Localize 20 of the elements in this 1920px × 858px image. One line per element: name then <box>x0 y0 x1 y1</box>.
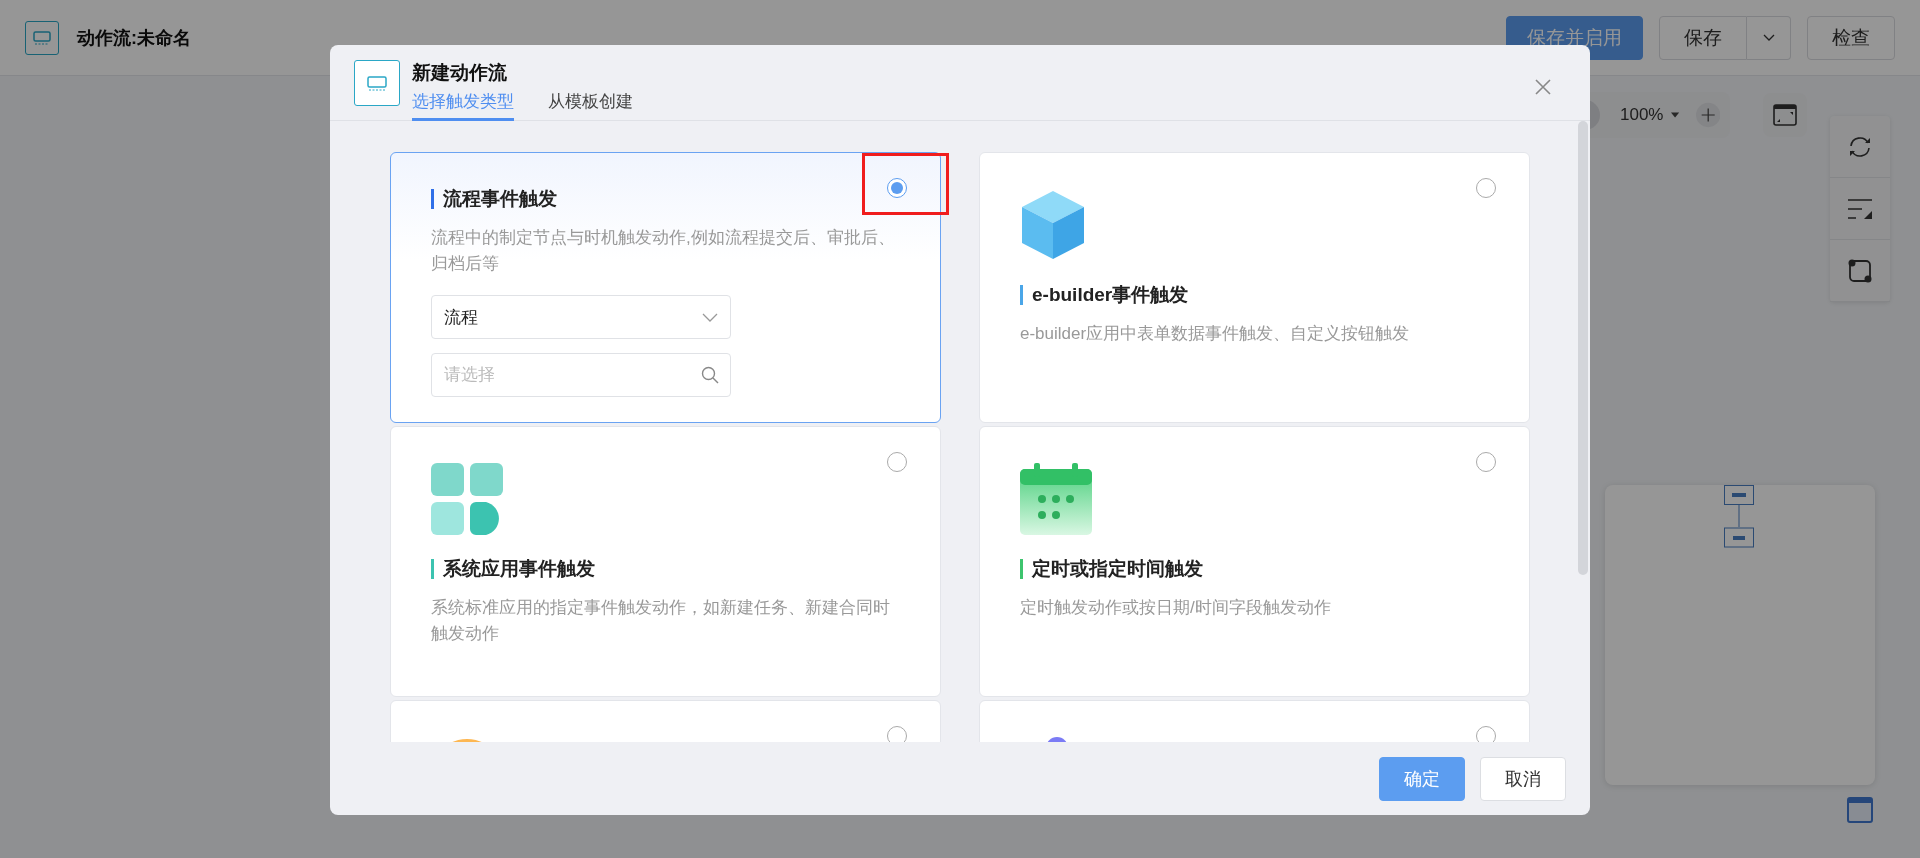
type-select[interactable]: 流程 <box>431 295 731 339</box>
card-description: e-builder应用中表单数据事件触发、自定义按钮触发 <box>1020 323 1411 345</box>
trigger-card[interactable]: 系统应用事件触发 系统标准应用的指定事件触发动作，如新建任务、新建合同时触发动作 <box>390 426 941 697</box>
dialog-button[interactable]: 取消 <box>1480 756 1566 801</box>
save-button[interactable]: 保存 <box>1659 15 1747 60</box>
search-field[interactable]: 请选择 <box>431 353 731 397</box>
tab[interactable]: 从模板创建 <box>548 88 633 121</box>
trigger-card[interactable]: 流程事件触发 流程中的制定节点与时机触发动作,例如流程提交后、审批后、归档后等 流程 请选择 <box>390 152 941 423</box>
card-description: 系统标准应用的指定事件触发动作，如新建任务、新建合同时触发动作 <box>431 597 891 645</box>
card-title: 系统应用事件触发 <box>431 559 900 579</box>
dialog-title: 新建动作流 <box>412 61 508 85</box>
card-description: 定时触发动作或按日期/时间字段触发动作 <box>1020 597 1332 619</box>
card-title: e-builder事件触发 <box>1020 285 1489 305</box>
card-description: 流程中的制定节点与时机触发动作,例如流程提交后、审批后、归档后等 <box>431 227 896 275</box>
trigger-card[interactable]: 定时或指定时间触发 定时触发动作或按日期/时间字段触发动作 <box>979 426 1530 697</box>
trigger-card[interactable]: e-builder事件触发 e-builder应用中表单数据事件触发、自定义按钮触发 <box>979 152 1530 423</box>
page-title: 动作流:未命名 <box>77 26 191 50</box>
zoom-level[interactable]: 100% <box>1620 105 1664 125</box>
card-title: 定时或指定时间触发 <box>1020 559 1489 579</box>
toolbar-button[interactable]: 检查 <box>1807 15 1895 60</box>
